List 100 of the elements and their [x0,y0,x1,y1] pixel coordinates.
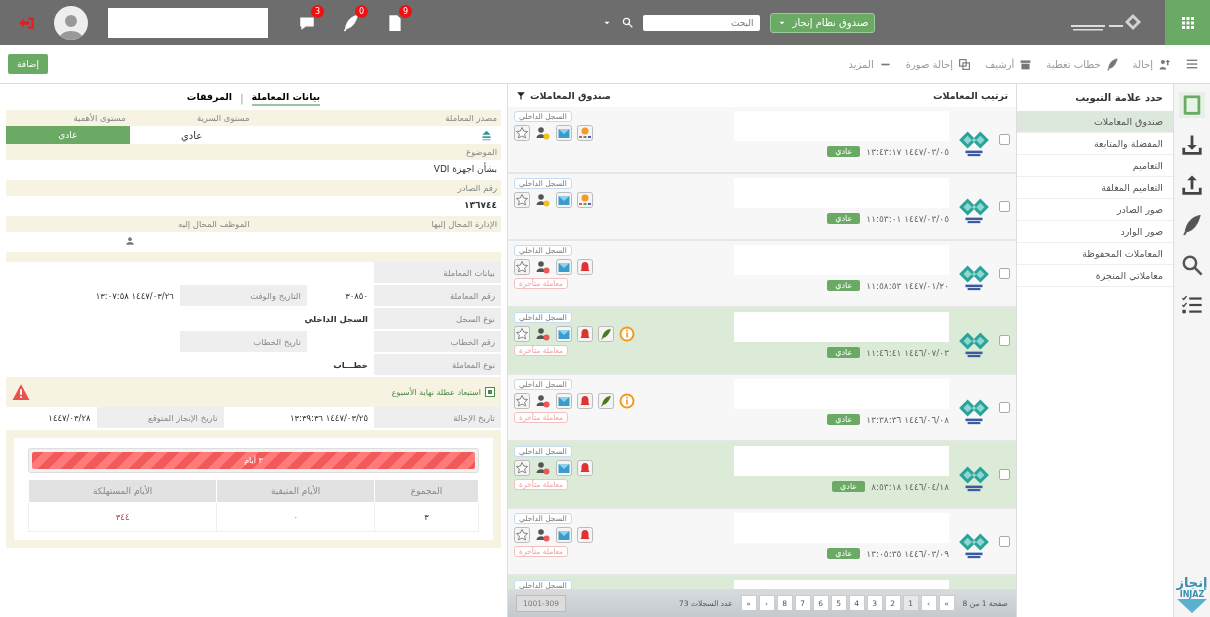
checklist-icon [1181,294,1203,316]
column-header: المجموع [374,479,479,503]
row-checkbox[interactable] [999,335,1010,346]
bell-icon [577,259,593,275]
share-icon [1158,57,1171,71]
table-label: نوع المعاملة [374,353,501,376]
triangle-icon [1177,599,1207,613]
tab[interactable]: المرفقات [186,91,233,106]
feather-icon [1181,214,1203,236]
table-cell: ٣٠٨٥٠ [345,290,368,301]
star-icon [514,125,530,141]
field-label: رقم الصادر [6,180,501,196]
download-icon [1181,134,1203,156]
feather-icon [598,326,614,342]
field-label: الإدارة المحال إليها [253,216,501,232]
person-icon [535,259,551,275]
list-title: صندوق المعاملات [530,90,611,101]
sort-label[interactable]: ترتيب المعاملات [932,90,1008,101]
row-checkbox[interactable] [999,268,1010,279]
table-label: التاريخ والوقت [179,284,307,307]
org-icon [577,125,593,141]
feather-icon [598,393,614,409]
table-cell: ٠ [216,502,375,532]
sidebar-item[interactable]: التعاميم [1017,155,1173,177]
sidebar-item[interactable]: المعاملات المحفوظة [1017,243,1173,265]
rail-button[interactable] [1179,132,1205,158]
envelope-icon [556,460,572,476]
weekend-checkbox[interactable] [485,387,495,397]
date-text: ١٤٤٦/٠٦/٠٨ ١٣:٣٨:٣٦ [866,414,949,425]
table-label: نوع السجل [374,307,501,330]
importance-badge: عادي [6,126,130,144]
text-field[interactable] [108,7,268,38]
info-icon [619,393,635,409]
table-cell: خطـــاب [333,359,368,370]
search-field[interactable]: البحث [642,14,760,31]
envelope-icon [556,125,572,141]
sidebar-item[interactable]: صندوق المعاملات [1017,111,1173,133]
copy-icon [958,57,971,71]
priority-badge: عادي [827,347,861,358]
logo-text: INJAZ [1179,590,1205,599]
menu-icon [1185,57,1199,71]
table-label: تاريخ الخطاب [179,330,307,353]
table-cell: ٣ [374,502,479,532]
sidebar-item[interactable]: صور الصادر [1017,199,1173,221]
sidebar-item[interactable]: معاملاتي المنجزة [1017,265,1173,287]
person-icon [535,326,551,342]
person-icon [535,125,551,141]
person-icon [535,527,551,543]
field-label: الموضوع [6,144,501,160]
warning-icon [12,383,30,401]
sidebar-item[interactable]: المفضلة والمتابعة [1017,133,1173,155]
priority-badge: عادي [827,548,861,559]
column-header: الأيام المستهلكة [28,479,217,503]
upload-icon [1181,174,1203,196]
bell-icon [577,393,593,409]
row-checkbox[interactable] [999,134,1010,145]
envelope-icon [556,326,572,342]
star-icon [514,527,530,543]
table-cell: السجل الداخلي [304,313,368,324]
avatar-icon[interactable] [54,5,88,40]
table-header: بيانات المعاملة [374,262,501,284]
envelope-icon [556,393,572,409]
upload-icon [480,128,493,142]
info-icon [619,326,635,342]
tab[interactable]: بيانات المعاملة [251,91,321,106]
priority-badge: عادي [832,481,866,492]
apps-button[interactable] [1165,0,1210,45]
person-icon [535,460,551,476]
column-header: الأيام المتبقية [216,479,375,503]
bell-icon [577,326,593,342]
date-text: ١٤٤٦/٠٧/٠٣ ١١:٤٦:٤١ [866,347,949,358]
table-label: رقم المعاملة [374,284,501,307]
bell-icon [577,527,593,543]
count-badge: 3 [311,4,324,18]
sidebar-item[interactable]: صور الوارد [1017,221,1173,243]
document-icon [386,13,404,32]
book-icon [1181,94,1203,116]
row-checkbox[interactable] [999,201,1010,212]
date-text: ١٤٤٧/٠١/٢٠ ١١:٥٨:٥٣ [866,280,949,291]
feather-icon [1105,57,1119,71]
field-label: مصدر المعاملة [253,110,501,126]
date-text: ١٤٤٧/٠٣/٠٥ ١٣:٤٣:١٧ [866,146,949,157]
priority-badge: عادي [827,213,861,224]
table-cell: ٣٤٤ [28,502,217,532]
row-checkbox[interactable] [999,402,1010,413]
sidebar-item[interactable]: التعاميم المغلقة [1017,177,1173,199]
row-checkbox[interactable] [999,469,1010,480]
count-badge: 9 [399,4,412,18]
person-icon [535,393,551,409]
checkbox-label: استبعاد عطلة نهاية الأسبوع [391,387,481,397]
progress-label: ٣ أيام [244,456,263,465]
field-label: مستوى السرية [129,110,254,126]
logo-text: إنجاز [1176,575,1208,590]
row-checkbox[interactable] [999,536,1010,547]
date-text: ١٤٤٦/٠٣/٠٩ ١٣:٠٥:٣٥ [866,548,949,559]
person-icon [124,236,135,246]
bell-icon [577,460,593,476]
field-label: الموظف المحال إليه [6,216,254,232]
star-icon [514,326,530,342]
grid-icon [1179,14,1196,31]
